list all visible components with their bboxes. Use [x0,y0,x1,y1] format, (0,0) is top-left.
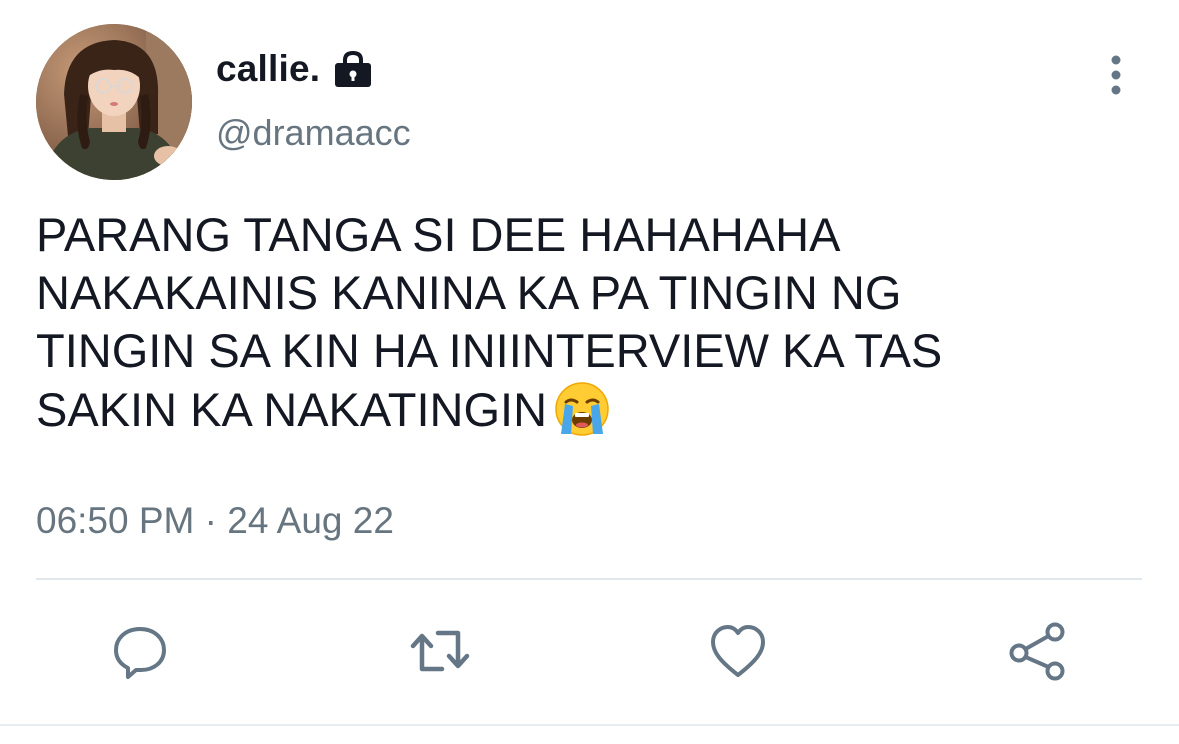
reply-icon [110,621,170,686]
like-button[interactable] [703,618,773,688]
bottom-divider [0,724,1179,726]
lock-icon [332,50,374,88]
share-button[interactable] [1002,618,1072,688]
avatar[interactable] [36,24,192,180]
tweet-card: callie. @dramaacc PARANG TANGA SI DEE HA… [0,0,1179,744]
loudly-crying-face-emoji [553,380,611,438]
user-handle[interactable]: @dramaacc [216,112,411,154]
action-bar [0,618,1179,688]
divider [36,578,1142,580]
name-row: callie. [216,46,374,92]
tweet-timestamp[interactable]: 06:50 PM · 24 Aug 22 [36,500,394,542]
display-name[interactable]: callie. [216,48,320,90]
more-vertical-icon[interactable] [1098,54,1134,98]
reply-button[interactable] [105,618,175,688]
retweet-button[interactable] [405,618,475,688]
retweet-icon [408,621,472,686]
tweet-text: PARANG TANGA SI DEE HAHAHAHA NAKAKAINIS … [36,206,1136,439]
share-icon [1005,621,1069,686]
tweet-text-content: PARANG TANGA SI DEE HAHAHAHA NAKAKAINIS … [36,208,943,436]
heart-icon [708,621,768,686]
